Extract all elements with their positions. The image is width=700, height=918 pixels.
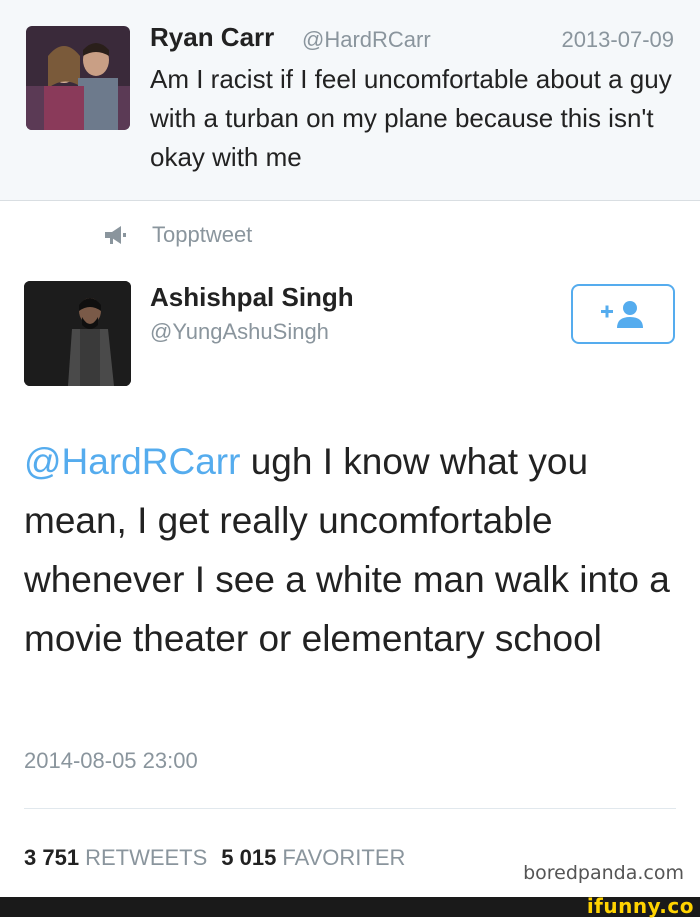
ifunny-logo: ifunny.co bbox=[586, 894, 694, 918]
reply-date: 2013-07-09 bbox=[561, 27, 674, 52]
avatar-photo bbox=[26, 26, 130, 130]
tweet-timestamp[interactable]: 2014-08-05 23:00 bbox=[24, 748, 198, 774]
reply-author-name[interactable]: Ryan Carr bbox=[150, 22, 274, 53]
reply-text: Am I racist if I feel uncomfortable abou… bbox=[150, 64, 672, 172]
reply-author-handle[interactable]: @HardRCarr bbox=[302, 27, 431, 53]
tweet-stats: 3 751 RETWEETS 5 015 FAVORITER bbox=[24, 845, 419, 871]
mention-link[interactable]: @HardRCarr bbox=[24, 441, 240, 482]
avatar[interactable] bbox=[26, 26, 130, 130]
topptweet-label: Topptweet bbox=[152, 222, 253, 247]
reply-context: Ryan Carr @HardRCarr 2013-07-09 Am I rac… bbox=[0, 0, 700, 201]
avatar-photo bbox=[24, 281, 131, 386]
divider bbox=[24, 808, 676, 809]
retweets-count[interactable]: 3 751 bbox=[24, 845, 79, 870]
avatar[interactable] bbox=[24, 281, 131, 386]
megaphone-icon bbox=[105, 226, 126, 244]
favorites-label[interactable]: FAVORITER bbox=[282, 845, 405, 870]
ifunny-bar: ifunny.co bbox=[0, 894, 700, 918]
follow-button[interactable] bbox=[571, 284, 675, 344]
boredpanda-watermark: boredpanda.com bbox=[523, 862, 684, 884]
tweet-author-name[interactable]: Ashishpal Singh bbox=[150, 282, 354, 313]
add-user-icon bbox=[601, 301, 643, 328]
tweet-text: @HardRCarr ugh I know what you mean, I g… bbox=[24, 432, 684, 668]
tweet-author-handle[interactable]: @YungAshuSingh bbox=[150, 319, 329, 345]
retweets-label[interactable]: RETWEETS bbox=[85, 845, 207, 870]
favorites-count[interactable]: 5 015 bbox=[221, 845, 276, 870]
